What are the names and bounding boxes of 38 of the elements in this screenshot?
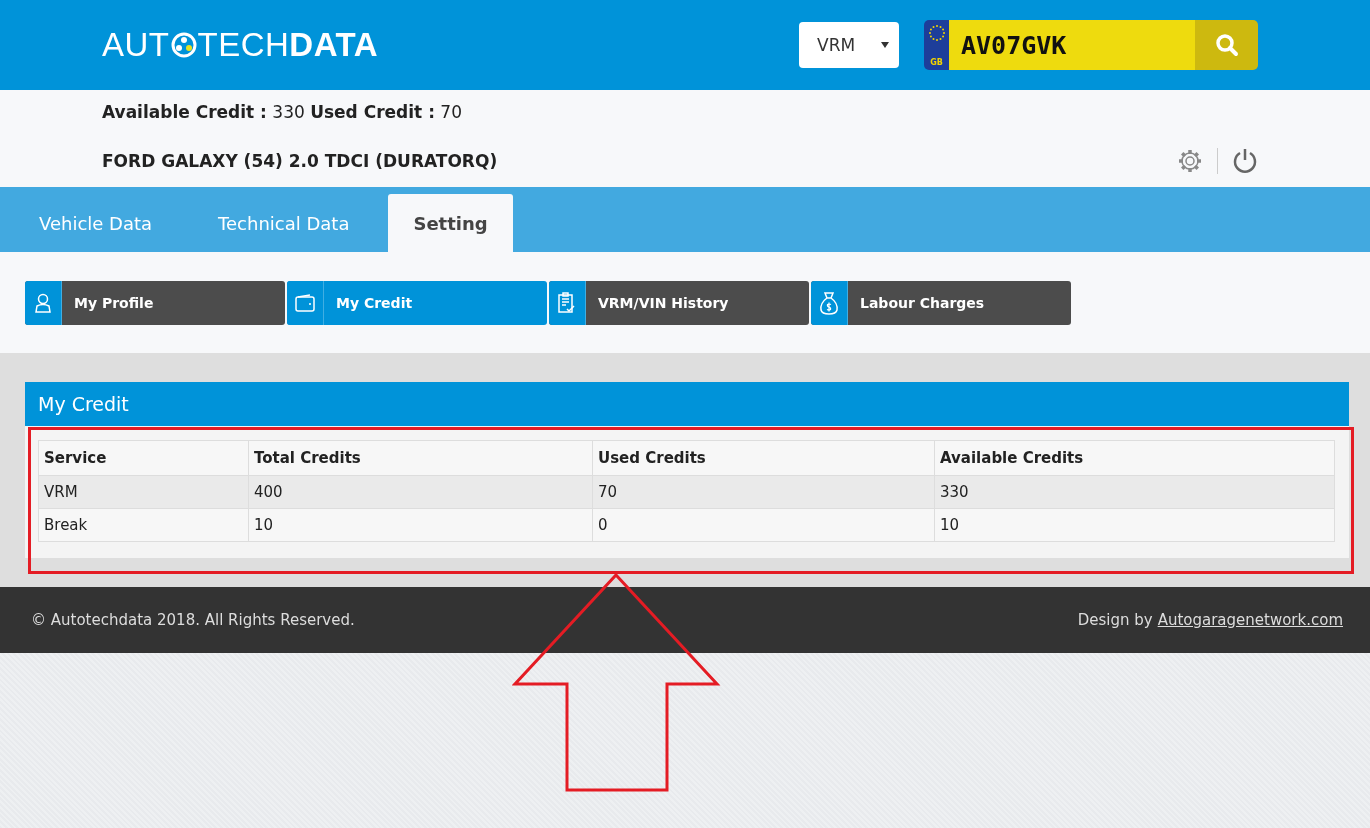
column-header: Service [38,440,249,476]
power-icon[interactable] [1232,146,1258,175]
nav-tab[interactable]: Setting [388,194,513,252]
clipboard-check-icon [558,292,576,314]
person-icon [35,293,51,313]
plate-country-code: GB [930,58,943,67]
table-cell: 330 [934,475,1335,509]
settings-icon[interactable] [1177,147,1203,174]
settings-menu-button[interactable]: My Profile [25,281,285,325]
logo-text: TECH [197,26,290,64]
search-icon [1214,33,1239,57]
logo-text: DATA [289,26,379,64]
table-cell: Break [38,508,249,542]
caret-icon [881,42,889,48]
column-header: Used Credits [592,440,935,476]
table-cell: 10 [248,508,593,542]
table-cell: 0 [592,508,935,542]
table-cell: VRM [38,475,249,509]
copyright-text: © Autotechdata 2018. All Rights Reserved. [31,611,355,629]
table-cell: 400 [248,475,593,509]
money-bag-icon [819,291,839,315]
table-cell: 70 [592,475,935,509]
table-cell: 10 [934,508,1335,542]
credit-summary: Available Credit : 330 Used Credit : 70 [102,102,462,123]
settings-menu-button[interactable]: VRM/VIN History [549,281,809,325]
column-header: Available Credits [934,440,1335,476]
search-type-select[interactable]: VRM [799,22,899,68]
panel-title: My Credit [25,382,1349,426]
vehicle-title: FORD GALAXY (54) 2.0 TDCI (DURATORQ) [102,150,498,171]
designer-link[interactable]: Autogaragenetwork.com [1157,611,1343,629]
design-credit-text: Design by [1077,611,1153,629]
wallet-icon [295,294,315,312]
column-header: Total Credits [248,440,593,476]
eu-stars-icon [927,24,946,42]
wheel-logo-icon [170,32,197,58]
search-button[interactable] [1195,20,1258,70]
settings-menu-button[interactable]: Labour Charges [811,281,1071,325]
logo-text: AUT [102,26,170,64]
